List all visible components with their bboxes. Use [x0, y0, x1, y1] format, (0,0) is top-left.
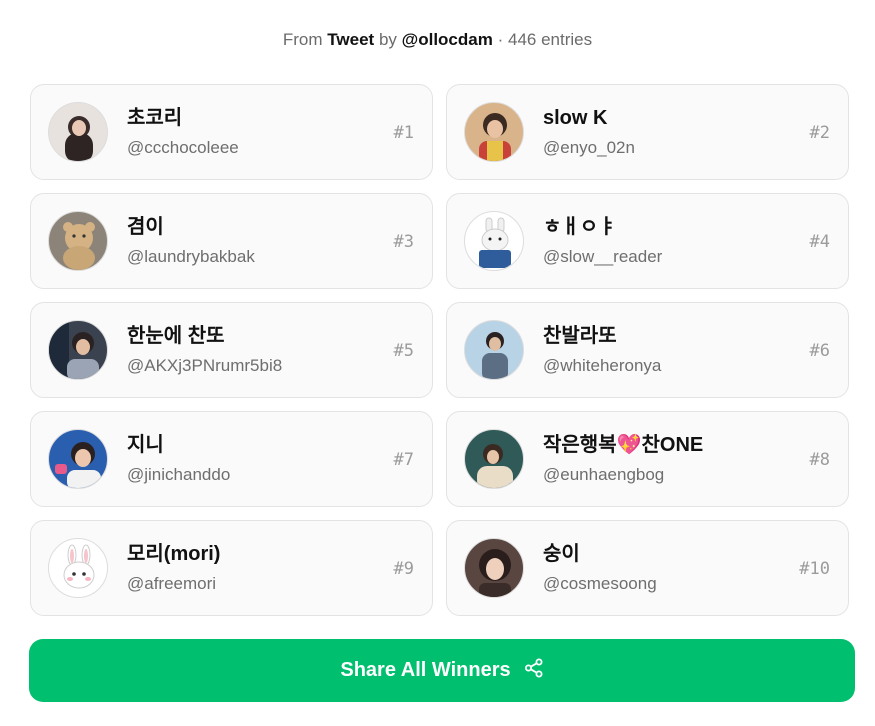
winner-rank: #1 — [393, 123, 414, 143]
winner-name: 숭이 — [543, 543, 580, 565]
winner-name: 겸이 — [127, 216, 164, 238]
avatar — [48, 538, 108, 598]
winner-card[interactable]: 작은행복💖찬ONE @eunhaengbog #8 — [446, 411, 849, 507]
avatar — [464, 429, 524, 489]
source-platform: Tweet — [327, 30, 375, 49]
winner-handle[interactable]: @enyo_02n — [543, 138, 635, 158]
winner-handle[interactable]: @afreemori — [127, 574, 220, 594]
winner-card[interactable]: 겸이 @laundrybakbak #3 — [30, 193, 433, 289]
winner-handle[interactable]: @jinichanddo — [127, 465, 230, 485]
winner-name: 모리(mori) — [127, 543, 221, 565]
winners-grid: 초코리 @ccchocoleee #1 slow K @enyo_02n #2 … — [30, 84, 849, 616]
winner-name: 한눈에 찬또 — [127, 325, 225, 347]
source-author[interactable]: @ollocdam — [402, 30, 493, 49]
winner-rank: #6 — [809, 341, 830, 361]
avatar — [48, 102, 108, 162]
winner-rank: #2 — [809, 123, 830, 143]
winner-rank: #9 — [393, 559, 414, 579]
source-line: From Tweet by @ollocdam · 446 entries — [0, 30, 875, 50]
winner-rank: #4 — [809, 232, 830, 252]
winner-name: ㅎㅐㅇㅑ — [543, 216, 617, 238]
winner-handle[interactable]: @eunhaengbog — [543, 465, 703, 485]
share-button-label: Share All Winners — [340, 659, 511, 681]
winner-card[interactable]: 숭이 @cosmesoong #10 — [446, 520, 849, 616]
share-all-winners-button[interactable]: Share All Winners — [29, 639, 855, 702]
winner-card[interactable]: 초코리 @ccchocoleee #1 — [30, 84, 433, 180]
avatar — [48, 320, 108, 380]
winner-card[interactable]: 한눈에 찬또 @AKXj3PNrumr5bi8 #5 — [30, 302, 433, 398]
winner-rank: #10 — [799, 559, 830, 579]
winner-name: slow K — [543, 107, 608, 129]
winner-handle[interactable]: @laundrybakbak — [127, 247, 255, 267]
winner-rank: #3 — [393, 232, 414, 252]
winner-rank: #8 — [809, 450, 830, 470]
avatar — [464, 538, 524, 598]
winner-handle[interactable]: @whiteheronya — [543, 356, 661, 376]
winner-card[interactable]: 찬발라또 @whiteheronya #6 — [446, 302, 849, 398]
source-by: by — [378, 30, 397, 49]
winner-rank: #7 — [393, 450, 414, 470]
source-separator: · — [497, 30, 504, 49]
avatar — [48, 429, 108, 489]
source-prefix: From — [282, 30, 323, 49]
source-entries: 446 entries — [507, 30, 593, 49]
share-icon — [511, 658, 544, 684]
avatar — [464, 211, 524, 271]
winner-rank: #5 — [393, 341, 414, 361]
winner-handle[interactable]: @AKXj3PNrumr5bi8 — [127, 356, 282, 376]
winner-name: 찬발라또 — [543, 325, 617, 347]
avatar — [464, 102, 524, 162]
winner-card[interactable]: ㅎㅐㅇㅑ @slow__reader #4 — [446, 193, 849, 289]
winner-name: 지니 — [127, 434, 164, 456]
winner-handle[interactable]: @slow__reader — [543, 247, 662, 267]
winner-handle[interactable]: @ccchocoleee — [127, 138, 239, 158]
avatar — [464, 320, 524, 380]
winner-handle[interactable]: @cosmesoong — [543, 574, 657, 594]
winner-name: 작은행복💖찬ONE — [543, 434, 704, 456]
avatar — [48, 211, 108, 271]
winner-card[interactable]: 모리(mori) @afreemori #9 — [30, 520, 433, 616]
winner-name: 초코리 — [127, 107, 183, 129]
winner-card[interactable]: 지니 @jinichanddo #7 — [30, 411, 433, 507]
winner-card[interactable]: slow K @enyo_02n #2 — [446, 84, 849, 180]
